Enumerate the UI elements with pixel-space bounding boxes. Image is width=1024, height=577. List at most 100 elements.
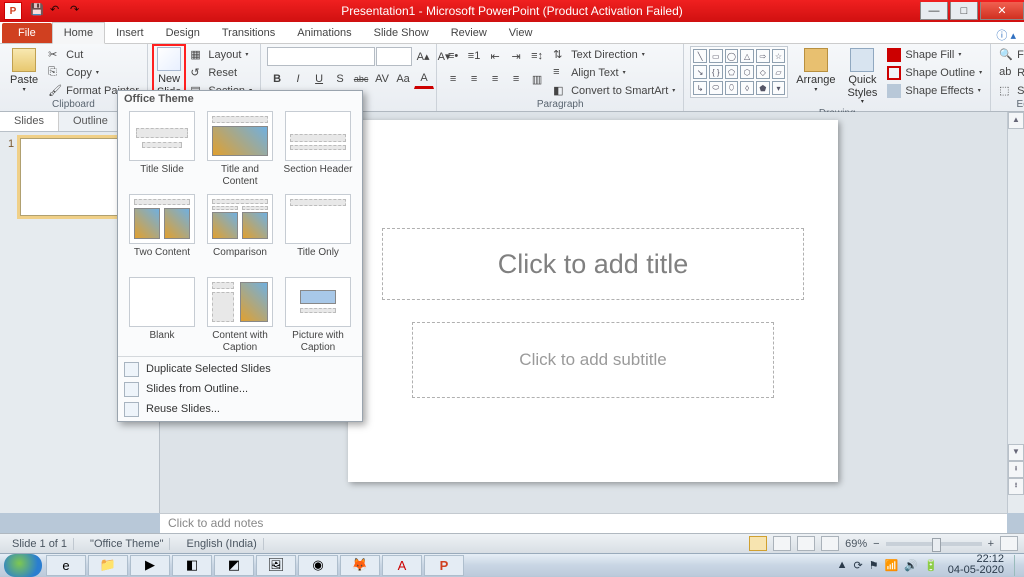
zoom-in-icon[interactable]: +: [988, 538, 994, 550]
align-text-button[interactable]: ≡Align Text ▾: [551, 64, 677, 81]
zoom-out-icon[interactable]: −: [873, 538, 879, 550]
tab-home[interactable]: Home: [52, 22, 105, 44]
layout-button[interactable]: ▦Layout ▾: [188, 46, 254, 63]
tab-file[interactable]: File: [2, 23, 52, 43]
tray-volume-icon[interactable]: 🔊: [904, 559, 918, 572]
shadow-button[interactable]: S: [330, 69, 350, 89]
numbering-icon[interactable]: ≡1: [464, 46, 484, 66]
tray-network-icon[interactable]: 📶: [885, 559, 899, 572]
title-placeholder[interactable]: Click to add title: [382, 228, 804, 300]
redo-icon[interactable]: ↷: [70, 3, 86, 19]
taskbar-app2-icon[interactable]: ◩: [214, 555, 254, 576]
notes-pane[interactable]: Click to add notes: [160, 513, 1007, 533]
bullets-icon[interactable]: ≡•: [443, 46, 463, 66]
align-center-icon[interactable]: ≡: [464, 69, 484, 89]
tray-expand-icon[interactable]: ▲: [837, 559, 848, 571]
copy-button[interactable]: ⎘Copy ▾: [46, 64, 141, 81]
layout-content-caption[interactable]: Content with Caption: [204, 277, 276, 354]
scroll-up-icon[interactable]: ▲: [1008, 112, 1024, 129]
taskbar-powerpoint-icon[interactable]: P: [424, 555, 464, 576]
tab-design[interactable]: Design: [155, 23, 211, 43]
tab-review[interactable]: Review: [440, 23, 498, 43]
font-color-icon[interactable]: A: [414, 69, 434, 89]
tab-insert[interactable]: Insert: [105, 23, 155, 43]
taskbar-firefox-icon[interactable]: 🦊: [340, 555, 380, 576]
shapes-gallery[interactable]: ╲▭◯△⇨☆ ↘{ }⬠⬡◇▱ ↳⬭⬯◊⬟▾: [690, 46, 788, 98]
tab-view[interactable]: View: [498, 23, 544, 43]
normal-view-icon[interactable]: [749, 536, 767, 551]
undo-icon[interactable]: ↶: [50, 3, 66, 19]
underline-button[interactable]: U: [309, 69, 329, 89]
find-button[interactable]: 🔍Find: [997, 46, 1024, 63]
sorter-view-icon[interactable]: [773, 536, 791, 551]
tray-flag-icon[interactable]: ⚑: [869, 559, 879, 572]
tray-clock[interactable]: 22:12 04-05-2020: [944, 554, 1008, 576]
cut-button[interactable]: ✂Cut: [46, 46, 141, 63]
scroll-down-icon[interactable]: ▼: [1008, 444, 1024, 461]
slides-from-outline-item[interactable]: Slides from Outline...: [118, 379, 362, 399]
slide-canvas[interactable]: Click to add title Click to add subtitle: [348, 120, 838, 482]
subtitle-placeholder[interactable]: Click to add subtitle: [412, 322, 774, 398]
layout-picture-caption[interactable]: Picture with Caption: [282, 277, 354, 354]
align-left-icon[interactable]: ≡: [443, 69, 463, 89]
shape-fill-button[interactable]: Shape Fill ▾: [885, 46, 984, 63]
prev-slide-icon[interactable]: ⭻: [1008, 461, 1024, 478]
layout-title-only[interactable]: Title Only: [282, 194, 354, 271]
fit-window-icon[interactable]: [1000, 536, 1018, 551]
layout-title-slide[interactable]: Title Slide: [126, 111, 198, 188]
status-language[interactable]: English (India): [180, 538, 263, 550]
text-direction-button[interactable]: ⇅Text Direction ▾: [551, 46, 677, 63]
tab-outline-panel[interactable]: Outline: [59, 112, 123, 131]
italic-button[interactable]: I: [288, 69, 308, 89]
minimize-button[interactable]: —: [920, 2, 948, 20]
decrease-indent-icon[interactable]: ⇤: [485, 46, 505, 66]
paste-button[interactable]: Paste ▾: [6, 46, 42, 96]
layout-title-content[interactable]: Title and Content: [204, 111, 276, 188]
tab-transitions[interactable]: Transitions: [211, 23, 286, 43]
increase-indent-icon[interactable]: ⇥: [506, 46, 526, 66]
tray-sync-icon[interactable]: ⟳: [854, 559, 863, 572]
maximize-button[interactable]: □: [950, 2, 978, 20]
taskbar-pictures-icon[interactable]: 🖼: [256, 555, 296, 576]
taskbar-ie-icon[interactable]: e: [46, 555, 86, 576]
save-icon[interactable]: 💾: [30, 3, 46, 19]
start-button[interactable]: [4, 554, 42, 577]
char-spacing-icon[interactable]: AV: [372, 69, 392, 89]
tab-slides-panel[interactable]: Slides: [0, 112, 59, 131]
taskbar-media-icon[interactable]: ▶: [130, 555, 170, 576]
layout-section-header[interactable]: Section Header: [282, 111, 354, 188]
strike-button[interactable]: abc: [351, 69, 371, 89]
font-family-combo[interactable]: [267, 47, 375, 66]
close-button[interactable]: ✕: [980, 2, 1024, 20]
tab-animations[interactable]: Animations: [286, 23, 362, 43]
font-size-combo[interactable]: [376, 47, 412, 66]
convert-smartart-button[interactable]: ◧Convert to SmartArt ▾: [551, 82, 677, 99]
select-button[interactable]: ⬚Select ▾: [997, 82, 1024, 99]
quick-styles-button[interactable]: Quick Styles▾: [843, 46, 881, 108]
reset-button[interactable]: ↺Reset: [188, 64, 254, 81]
layout-two-content[interactable]: Two Content: [126, 194, 198, 271]
duplicate-slides-item[interactable]: Duplicate Selected Slides: [118, 359, 362, 379]
taskbar-explorer-icon[interactable]: 📁: [88, 555, 128, 576]
taskbar-app1-icon[interactable]: ◧: [172, 555, 212, 576]
taskbar-pdf-icon[interactable]: A: [382, 555, 422, 576]
arrange-button[interactable]: Arrange▾: [792, 46, 839, 96]
layout-comparison[interactable]: Comparison: [204, 194, 276, 271]
reuse-slides-item[interactable]: Reuse Slides...: [118, 399, 362, 419]
reading-view-icon[interactable]: [797, 536, 815, 551]
zoom-slider[interactable]: [886, 542, 982, 546]
change-case-icon[interactable]: Aa: [393, 69, 413, 89]
slideshow-view-icon[interactable]: [821, 536, 839, 551]
shape-effects-button[interactable]: Shape Effects ▾: [885, 82, 984, 99]
layout-blank[interactable]: Blank: [126, 277, 198, 354]
tab-slideshow[interactable]: Slide Show: [363, 23, 440, 43]
columns-icon[interactable]: ▥: [527, 69, 547, 89]
line-spacing-icon[interactable]: ≡↕: [527, 46, 547, 66]
align-right-icon[interactable]: ≡: [485, 69, 505, 89]
replace-button[interactable]: abReplace ▾: [997, 64, 1024, 81]
tray-battery-icon[interactable]: 🔋: [924, 559, 938, 572]
grow-font-icon[interactable]: A▴: [413, 46, 433, 66]
justify-icon[interactable]: ≡: [506, 69, 526, 89]
vertical-scrollbar[interactable]: ▲ ▼ ⭻ ⭽: [1007, 112, 1024, 513]
taskbar-chrome-icon[interactable]: ◉: [298, 555, 338, 576]
